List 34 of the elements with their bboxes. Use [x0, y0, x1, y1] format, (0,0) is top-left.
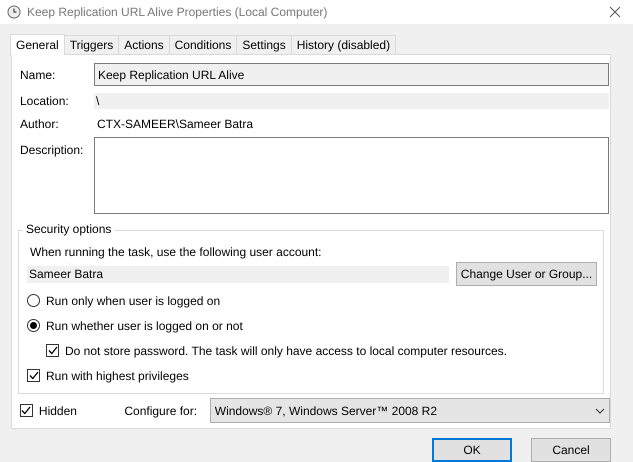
tab[interactable]: Triggers [64, 35, 120, 54]
option-label: Run with highest privileges [46, 368, 189, 382]
configure-dropdown[interactable]: Windows® 7, Windows Server™ 2008 R2 [210, 398, 610, 423]
tab[interactable]: History (disabled) [290, 35, 396, 54]
dialog-button[interactable]: OK [432, 438, 512, 462]
checkbox[interactable] [20, 404, 33, 417]
field-label: Author: [20, 117, 60, 131]
radio-button[interactable] [27, 294, 40, 307]
field-label: Name: [20, 68, 56, 82]
account-field: Sameer Batra [27, 266, 449, 282]
name-field[interactable]: Keep Replication URL Alive [94, 63, 609, 86]
window-title: Keep Replication URL Alive Properties (Local Computer) [27, 5, 328, 19]
group-title: Security options [23, 222, 114, 236]
option-label: Run whether user is logged on or not [46, 318, 243, 332]
field-label: Location: [20, 94, 70, 108]
description-field[interactable] [94, 137, 609, 214]
location-field: \ [94, 93, 609, 109]
dialog-button[interactable]: Cancel [531, 438, 611, 462]
checkbox[interactable] [27, 369, 40, 382]
radio-button[interactable] [27, 319, 40, 332]
field-label: Configure for: [124, 404, 198, 418]
author-value: CTX-SAMEER\Sameer Batra [96, 117, 254, 131]
change-user-button[interactable]: Change User or Group... [456, 262, 597, 286]
tab[interactable]: General [10, 34, 65, 55]
clock-icon [7, 5, 21, 19]
chevron-down-icon [594, 408, 605, 414]
checkbox[interactable] [46, 344, 59, 357]
option-label: Run only when user is logged on [46, 294, 220, 308]
account-prompt: When running the task, use the following user account: [30, 245, 323, 259]
option-label: Hidden [38, 404, 78, 418]
field-label: Description: [20, 143, 84, 157]
option-label: Do not store password. The task will only have access to local computer resources. [65, 344, 507, 358]
tab[interactable]: Settings [236, 35, 292, 54]
close-icon[interactable] [609, 6, 621, 18]
